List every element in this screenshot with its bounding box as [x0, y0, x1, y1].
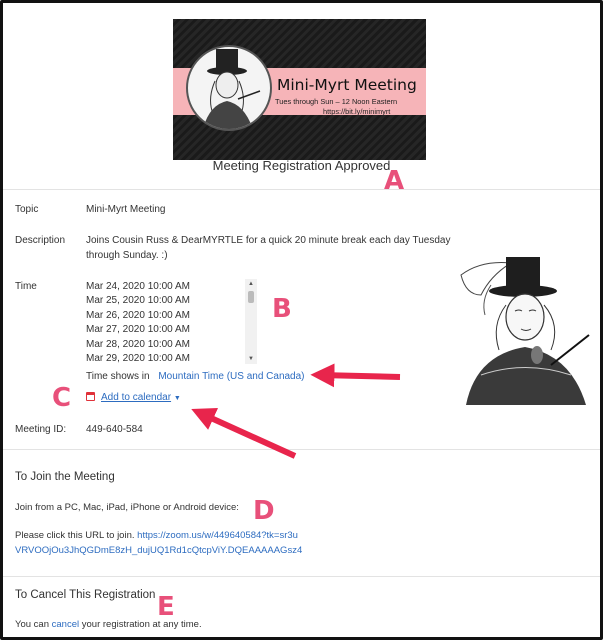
scroll-up-icon[interactable]: ▲ [245, 280, 257, 288]
time-item: Mar 29, 2020 10:00 AM [86, 353, 190, 364]
cancel-heading: To Cancel This Registration [15, 589, 156, 601]
annotation-c: C [52, 383, 72, 413]
topic-label: Topic [15, 204, 39, 215]
join-url-link[interactable]: https://zoom.us/w/449640584?tk=sr3u [137, 530, 298, 541]
time-list-scrollbar[interactable]: ▲ ▼ [245, 279, 257, 364]
banner-title: Mini-Myrt Meeting [277, 76, 417, 94]
chevron-down-icon[interactable]: ▼ [174, 395, 181, 402]
victorian-lady-illustration [451, 255, 596, 405]
registration-status: Meeting Registration Approved [212, 158, 391, 173]
annotation-a: A [384, 166, 405, 196]
cancel-link[interactable]: cancel [52, 619, 79, 630]
scroll-down-icon[interactable]: ▼ [245, 355, 257, 363]
meeting-id-label: Meeting ID: [15, 424, 67, 435]
join-heading: To Join the Meeting [15, 471, 115, 483]
join-devices-text: Join from a PC, Mac, iPad, iPhone or And… [15, 502, 239, 513]
cancel-text-before: You can [15, 619, 49, 630]
meeting-id-value: 449-640-584 [86, 424, 143, 435]
topic-value: Mini-Myrt Meeting [86, 204, 166, 215]
annotation-b: B [272, 294, 292, 324]
victorian-lady-portrait [186, 45, 272, 131]
divider [3, 449, 600, 450]
annotation-e: E [157, 592, 175, 622]
calendar-icon [86, 392, 95, 401]
cancel-text-after: your registration at any time. [81, 619, 202, 630]
time-item: Mar 26, 2020 10:00 AM [86, 309, 190, 321]
add-to-calendar-link[interactable]: Add to calendar [101, 392, 171, 403]
description-label: Description [15, 235, 66, 246]
time-item: Mar 28, 2020 10:00 AM [86, 338, 190, 350]
divider [3, 576, 600, 577]
description-line-2: through Sunday. :) [86, 250, 168, 261]
time-item: Mar 27, 2020 10:00 AM [86, 324, 190, 336]
timezone-prefix: Time shows in [86, 371, 150, 382]
join-url-link-continued[interactable]: VRVOOjOu3JhQGDmE8zH_dujUQ1Rd1cQtcpViY.DQ… [15, 545, 302, 556]
join-click-text: Please click this URL to join. [15, 530, 135, 541]
timezone-link[interactable]: Mountain Time (US and Canada) [158, 371, 304, 382]
banner-url: https://bit.ly/minimyrt [323, 107, 391, 116]
time-item: Mar 24, 2020 10:00 AM [86, 281, 190, 292]
time-item: Mar 25, 2020 10:00 AM [86, 295, 190, 307]
annotation-d: D [253, 496, 275, 526]
time-label: Time [15, 281, 37, 292]
scroll-thumb[interactable] [248, 291, 254, 303]
divider [3, 189, 600, 190]
meeting-banner: Mini-Myrt Meeting Tues through Sun – 12 … [173, 19, 426, 160]
time-list[interactable]: Mar 24, 2020 10:00 AM Mar 25, 2020 10:00… [86, 280, 258, 364]
description-line-1: Joins Cousin Russ & DearMYRTLE for a qui… [86, 235, 451, 246]
banner-subtitle: Tues through Sun – 12 Noon Eastern [275, 97, 398, 106]
